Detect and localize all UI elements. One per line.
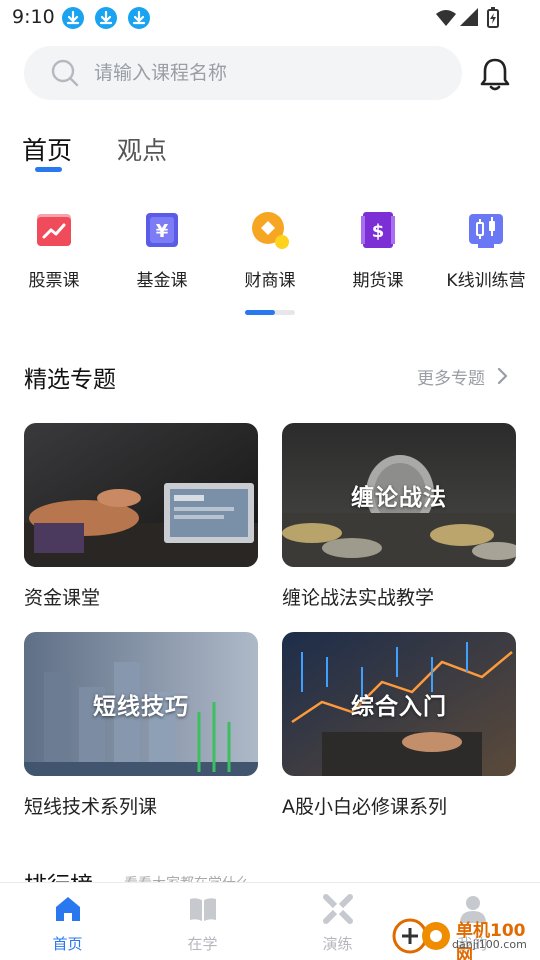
category-fund[interactable]: ¥ 基金课 bbox=[108, 206, 216, 296]
tab-home[interactable]: 首页 bbox=[22, 131, 72, 167]
topic-card-caption: 短线技术系列课 bbox=[24, 796, 158, 818]
category-pager-fill bbox=[245, 310, 275, 315]
svg-text:$: $ bbox=[372, 221, 385, 242]
search-input[interactable] bbox=[94, 46, 444, 100]
topic-card-overlay: 缠论战法 bbox=[351, 485, 447, 511]
topic-card-image: 短线技巧 bbox=[24, 632, 258, 776]
battery-icon bbox=[487, 7, 499, 28]
category-label: K线训练营 bbox=[446, 271, 526, 291]
finance-coin-icon bbox=[250, 210, 290, 250]
topic-card-image: 综合入门 bbox=[282, 632, 516, 776]
tab-viewpoint[interactable]: 观点 bbox=[117, 131, 167, 167]
category-stock[interactable]: 股票课 bbox=[0, 206, 108, 296]
status-bar: 9:10 bbox=[0, 0, 540, 36]
topic-card[interactable]: 综合入门 A股小白必修课系列 bbox=[282, 632, 516, 818]
category-kline[interactable]: K线训练营 bbox=[432, 206, 540, 296]
nav-item-studying[interactable]: 在学 bbox=[135, 883, 270, 960]
category-label: 财商课 bbox=[244, 271, 296, 291]
nav-item-practice[interactable]: 演练 bbox=[270, 883, 405, 960]
category-label: 期货课 bbox=[352, 271, 404, 291]
search-bar[interactable] bbox=[24, 46, 462, 100]
practice-icon bbox=[322, 893, 354, 929]
watermark-logo-icon bbox=[392, 918, 450, 954]
category-finance[interactable]: 财商课 bbox=[216, 206, 324, 296]
topic-card-image bbox=[24, 423, 258, 567]
watermark-url: danji100.com bbox=[452, 938, 527, 951]
notification-bell-icon[interactable] bbox=[478, 56, 512, 96]
category-futures[interactable]: $ 期货课 bbox=[324, 206, 432, 296]
fund-yen-icon: ¥ bbox=[142, 210, 182, 250]
download-icon bbox=[128, 7, 150, 29]
topic-card-overlay: 综合入门 bbox=[351, 694, 447, 720]
svg-text:¥: ¥ bbox=[156, 221, 169, 242]
topic-card[interactable]: 短线技巧 短线技术系列课 bbox=[24, 632, 258, 818]
signal-icon bbox=[460, 8, 478, 26]
category-label: 股票课 bbox=[28, 271, 80, 291]
category-label: 基金课 bbox=[136, 271, 188, 291]
nav-label: 在学 bbox=[187, 935, 218, 953]
more-topics-link[interactable]: 更多专题 bbox=[417, 364, 485, 389]
topic-card-image: 缠论战法 bbox=[282, 423, 516, 567]
book-icon bbox=[187, 893, 219, 929]
topic-card[interactable]: 资金课堂 bbox=[24, 423, 258, 609]
nav-label: 演练 bbox=[322, 935, 353, 953]
topic-card-caption: A股小白必修课系列 bbox=[282, 796, 447, 818]
topic-card[interactable]: 缠论战法 缠论战法实战教学 bbox=[282, 423, 516, 609]
stock-chart-icon bbox=[34, 210, 74, 250]
futures-dollar-icon: $ bbox=[358, 210, 398, 250]
featured-section-title: 精选专题 bbox=[24, 367, 116, 393]
status-indicators bbox=[434, 6, 504, 28]
nav-label: 首页 bbox=[52, 935, 83, 953]
site-watermark: 单机100网 danji100.com bbox=[390, 912, 540, 960]
topic-card-overlay: 短线技巧 bbox=[93, 694, 189, 720]
chevron-right-icon[interactable] bbox=[497, 367, 509, 389]
status-time: 9:10 bbox=[12, 6, 55, 28]
nav-item-home[interactable]: 首页 bbox=[0, 883, 135, 960]
download-icon bbox=[95, 7, 117, 29]
category-pager bbox=[245, 310, 295, 315]
home-icon bbox=[52, 893, 84, 929]
topic-card-caption: 资金课堂 bbox=[24, 587, 101, 609]
search-icon bbox=[50, 58, 80, 92]
topic-card-caption: 缠论战法实战教学 bbox=[282, 587, 435, 609]
wifi-icon bbox=[436, 10, 456, 26]
download-icon bbox=[62, 7, 84, 29]
active-tab-indicator bbox=[35, 167, 62, 172]
candlestick-icon bbox=[466, 210, 506, 250]
